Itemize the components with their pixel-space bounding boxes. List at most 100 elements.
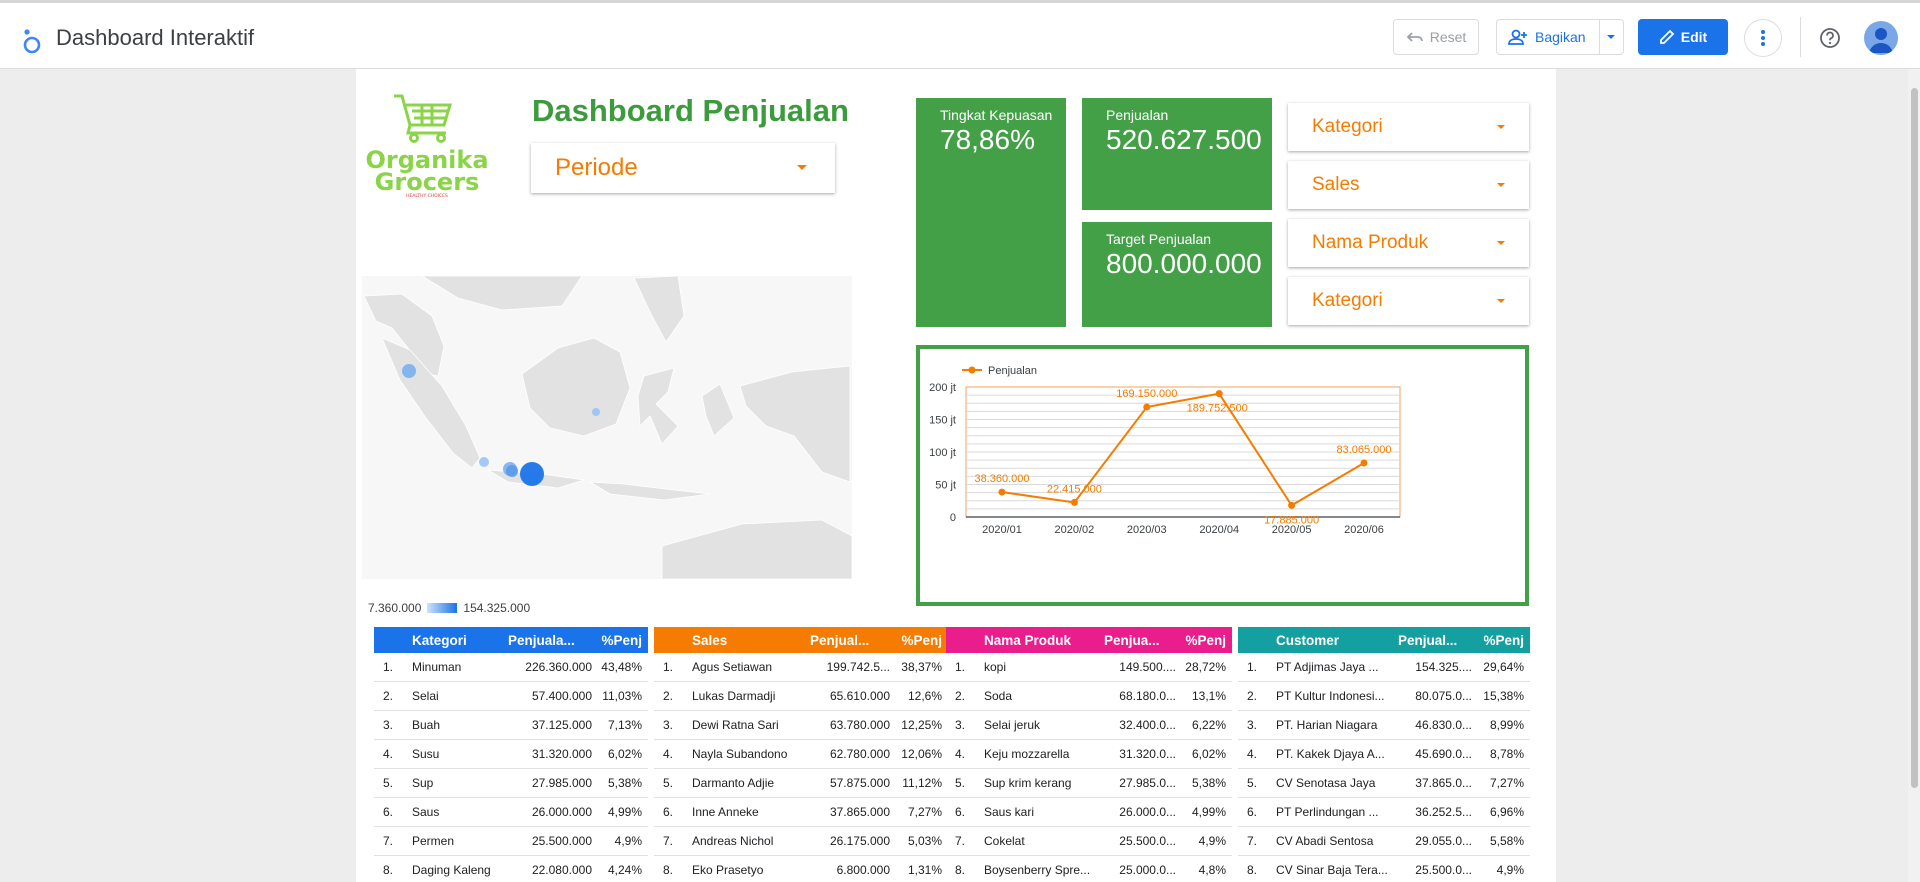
table-row[interactable]: 2. Lukas Darmadji 65.610.000 12,6% xyxy=(654,682,948,711)
help-icon[interactable] xyxy=(1819,27,1841,49)
column-header[interactable]: Kategori xyxy=(412,633,508,648)
table-row[interactable]: 1. kopi 149.500.... 28,72% xyxy=(946,653,1232,682)
table-row[interactable]: 3. Selai jeruk 32.400.0... 6,22% xyxy=(946,711,1232,740)
table-row[interactable]: 7. Permen 25.500.000 4,9% xyxy=(374,827,648,856)
row-index: 2. xyxy=(663,689,674,703)
column-header[interactable]: Penjual... xyxy=(1398,633,1472,648)
table-row[interactable]: 5. CV Senotasa Jaya 37.865.0... 7,27% xyxy=(1238,769,1530,798)
more-options-button[interactable] xyxy=(1744,19,1782,57)
row-label: kopi xyxy=(984,660,1007,674)
row-value: 32.400.0... xyxy=(1119,718,1176,732)
periode-filter[interactable]: Periode xyxy=(531,143,835,193)
table-row[interactable]: 6. PT Perlindungan ... 36.252.5... 6,96% xyxy=(1238,798,1530,827)
row-percent: 7,27% xyxy=(1489,776,1524,790)
row-label: Andreas Nichol xyxy=(692,834,774,848)
table-row[interactable]: 4. Nayla Subandono 62.780.000 12,06% xyxy=(654,740,948,769)
share-dropdown-icon[interactable] xyxy=(1605,30,1617,44)
table-row[interactable]: 1. Minuman 226.360.000 43,48% xyxy=(374,653,648,682)
table-row[interactable]: 3. Dewi Ratna Sari 63.780.000 12,25% xyxy=(654,711,948,740)
column-header[interactable]: Penjua... xyxy=(1104,633,1176,648)
x-tick-label: 2020/03 xyxy=(1127,524,1167,536)
map-bubble[interactable] xyxy=(520,462,544,486)
table-row[interactable]: 5. Darmanto Adjie 57.875.000 11,12% xyxy=(654,769,948,798)
map-bubble[interactable] xyxy=(592,408,600,416)
column-header[interactable]: Penjual... xyxy=(810,633,890,648)
table-row[interactable]: 4. Susu 31.320.000 6,02% xyxy=(374,740,648,769)
row-label: PT Adjimas Jaya ... xyxy=(1276,660,1379,674)
map-bubble[interactable] xyxy=(506,465,518,477)
report-title[interactable]: Dashboard Interaktif xyxy=(56,25,254,51)
table-row[interactable]: 3. Buah 37.125.000 7,13% xyxy=(374,711,648,740)
table-row[interactable]: 1. PT Adjimas Jaya ... 154.325.... 29,64% xyxy=(1238,653,1530,682)
indonesia-bubble-map[interactable] xyxy=(362,276,852,579)
table-row[interactable]: 5. Sup 27.985.000 5,38% xyxy=(374,769,648,798)
table-row[interactable]: 7. Andreas Nichol 26.175.000 5,03% xyxy=(654,827,948,856)
row-percent: 38,37% xyxy=(901,660,942,674)
kategori-table[interactable]: Kategori Penjuala... %Penj 1. Minuman 226.360… xyxy=(374,627,648,882)
column-header[interactable]: Sales xyxy=(692,633,810,648)
kpi-label: Tingkat Kepuasan xyxy=(940,107,1053,123)
column-header[interactable]: %Penj xyxy=(592,633,648,648)
table-row[interactable]: 2. Soda 68.180.0... 13,1% xyxy=(946,682,1232,711)
row-value: 199.742.5... xyxy=(826,660,890,674)
row-label: Sup krim kerang xyxy=(984,776,1072,790)
map-bubble[interactable] xyxy=(479,457,489,467)
sales-filter[interactable]: Sales xyxy=(1288,161,1529,209)
kategori-filter[interactable]: Kategori xyxy=(1288,103,1529,151)
legend-label: Penjualan xyxy=(988,365,1037,377)
kpi-tingkat-kepuasan: Tingkat Kepuasan 78,86% xyxy=(916,98,1066,327)
row-percent: 7,27% xyxy=(907,805,942,819)
customer-table[interactable]: Customer Penjual... %Penj 1. PT Adjimas Jaya… xyxy=(1238,627,1530,882)
table-row[interactable]: 8. CV Sinar Baja Tera... 25.500.0... 4,9% xyxy=(1238,856,1530,882)
table-row[interactable]: 6. Inne Anneke 37.865.000 7,27% xyxy=(654,798,948,827)
row-percent: 13,1% xyxy=(1191,689,1226,703)
kategori-filter-2[interactable]: Kategori xyxy=(1288,277,1529,325)
table-row[interactable]: 6. Saus 26.000.000 4,99% xyxy=(374,798,648,827)
table-row[interactable]: 6. Saus kari 26.000.0... 4,99% xyxy=(946,798,1232,827)
row-percent: 4,99% xyxy=(1191,805,1226,819)
table-header: Kategori Penjuala... %Penj xyxy=(374,627,648,653)
row-label: Cokelat xyxy=(984,834,1025,848)
table-row[interactable]: 4. Keju mozzarella 31.320.0... 6,02% xyxy=(946,740,1232,769)
map-bubble[interactable] xyxy=(402,364,416,378)
app-bar: Dashboard Interaktif Reset Bagikan Edit xyxy=(0,0,1920,69)
user-avatar[interactable] xyxy=(1864,21,1898,55)
table-row[interactable]: 3. PT. Harian Niagara 46.830.0... 8,99% xyxy=(1238,711,1530,740)
column-header[interactable]: Nama Produk xyxy=(984,633,1104,648)
table-row[interactable]: 2. PT Kultur Indonesi... 80.075.0... 15,38% xyxy=(1238,682,1530,711)
table-header: Customer Penjual... %Penj xyxy=(1238,627,1530,653)
produk-table[interactable]: Nama Produk Penjua... %Penj 1. kopi 149.500..… xyxy=(946,627,1232,882)
column-header[interactable]: Penjuala... xyxy=(508,633,592,648)
column-header[interactable]: Customer xyxy=(1276,633,1398,648)
kpi-value: 78,86% xyxy=(940,124,1035,155)
undo-icon xyxy=(1406,32,1423,42)
table-row[interactable]: 4. PT. Kakek Djaya A... 45.690.0... 8,78% xyxy=(1238,740,1530,769)
looker-studio-logo-icon[interactable] xyxy=(20,26,42,54)
sales-line-chart[interactable]: 0 50 jt 100 jt 150 jt 200 jt 2020/01 2020/02 20… xyxy=(916,345,1529,606)
column-header[interactable]: %Penj xyxy=(1176,633,1232,648)
nama-produk-filter[interactable]: Nama Produk xyxy=(1288,219,1529,267)
table-row[interactable]: 7. CV Abadi Sentosa 29.055.0... 5,58% xyxy=(1238,827,1530,856)
row-label: PT Perlindungan ... xyxy=(1276,805,1379,819)
scrollbar-thumb[interactable] xyxy=(1911,88,1918,788)
table-row[interactable]: 8. Eko Prasetyo 6.800.000 1,31% xyxy=(654,856,948,882)
table-row[interactable]: 7. Cokelat 25.500.0... 4,9% xyxy=(946,827,1232,856)
share-button[interactable]: Bagikan xyxy=(1496,19,1624,55)
row-index: 6. xyxy=(1247,805,1258,819)
table-row[interactable]: 5. Sup krim kerang 27.985.0... 5,38% xyxy=(946,769,1232,798)
reset-button[interactable]: Reset xyxy=(1393,19,1479,55)
column-header[interactable]: %Penj xyxy=(1472,633,1530,648)
table-row[interactable]: 8. Boysenberry Spre... 25.000.0... 4,8% xyxy=(946,856,1232,882)
row-index: 5. xyxy=(663,776,674,790)
table-row[interactable]: 2. Selai 57.400.000 11,03% xyxy=(374,682,648,711)
row-percent: 6,02% xyxy=(607,747,642,761)
sales-table[interactable]: Sales Penjual... %Penj 1. Agus Setiawan 199.7… xyxy=(654,627,948,882)
row-index: 5. xyxy=(383,776,394,790)
table-row[interactable]: 8. Daging Kaleng 22.080.000 4,24% xyxy=(374,856,648,882)
row-index: 1. xyxy=(663,660,674,674)
edit-button[interactable]: Edit xyxy=(1638,19,1728,55)
row-index: 4. xyxy=(955,747,966,761)
column-header[interactable]: %Penj xyxy=(890,633,948,648)
dropdown-arrow-icon xyxy=(1497,183,1505,187)
table-row[interactable]: 1. Agus Setiawan 199.742.5... 38,37% xyxy=(654,653,948,682)
